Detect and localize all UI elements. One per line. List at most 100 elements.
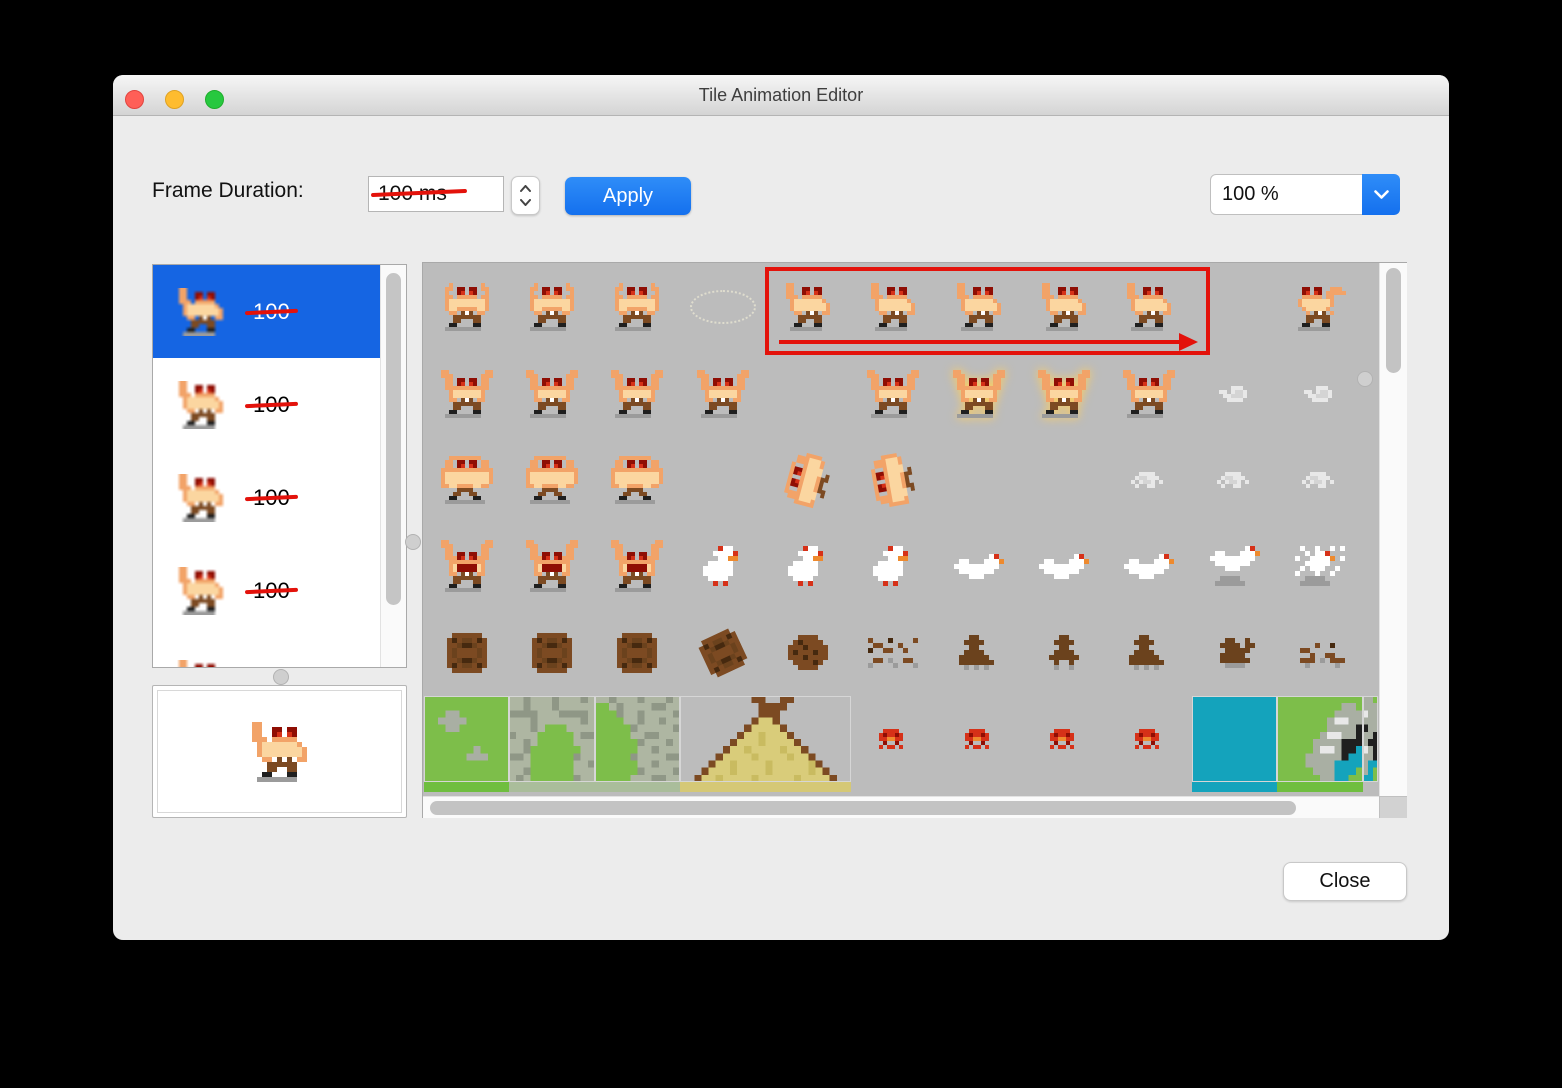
tile-pig-arm-up[interactable] (765, 264, 850, 350)
tile-debris[interactable] (851, 610, 936, 696)
tile-strip-stone[interactable] (594, 782, 680, 792)
pig-arm-up-sprite (867, 283, 920, 332)
tile-pig-cheer[interactable] (509, 350, 594, 436)
frame-list-item[interactable]: 100 (153, 544, 381, 637)
tile-chicken-burst[interactable] (1277, 523, 1362, 609)
tile-strip-stone[interactable] (509, 782, 595, 792)
tile-ghost-fist[interactable] (1277, 350, 1362, 436)
tile-strip-water[interactable] (1191, 782, 1278, 792)
tile-pig-stand[interactable] (424, 264, 509, 350)
tile-grass-rock-2[interactable] (1277, 696, 1363, 783)
tile-barrel-ball[interactable] (765, 610, 850, 696)
tile-strip-tent[interactable] (679, 782, 851, 792)
zoom-level-dropdown[interactable]: 100 % (1210, 174, 1400, 215)
tile-pig-big[interactable] (424, 437, 509, 523)
tile-grass-rock[interactable] (424, 696, 510, 783)
stepper-up-icon[interactable] (520, 184, 531, 192)
splitter-handle[interactable] (405, 534, 421, 550)
tile-pig-stand[interactable] (595, 264, 680, 350)
tile-pig-arm-up[interactable] (1107, 264, 1192, 350)
tileset-view[interactable] (422, 262, 1407, 818)
tile-strip-grass[interactable] (424, 782, 510, 792)
tile-pig-roll[interactable] (765, 437, 850, 523)
tileset-horizontal-scrollbar-thumb[interactable] (430, 800, 1296, 815)
tile-red-bug[interactable] (936, 696, 1021, 782)
tile-pig-cheer[interactable] (1107, 350, 1192, 436)
tile-smoke-swirl[interactable] (1107, 437, 1192, 523)
tileset-horizontal-scrollbar[interactable] (423, 796, 1379, 818)
tile-barrel[interactable] (424, 610, 509, 696)
chicken-fly-sprite (953, 553, 1004, 579)
tile-pig-roll[interactable] (851, 437, 936, 523)
frame-list-item[interactable]: 100 (153, 358, 381, 451)
close-button[interactable]: Close (1283, 862, 1407, 901)
tile-chicken[interactable] (765, 523, 850, 609)
tile-ghost-ellipse[interactable] (680, 264, 765, 350)
tile-gopher[interactable] (936, 610, 1021, 696)
tile-pig-stand[interactable] (509, 264, 594, 350)
frame-duration-input[interactable]: 100 ms (368, 176, 504, 212)
barrel-ball-sprite (787, 635, 828, 671)
tile-chicken-fly[interactable] (1107, 523, 1192, 609)
tile-chicken-fly-shadow[interactable] (1192, 523, 1277, 609)
tile-gopher-sit[interactable] (1021, 610, 1106, 696)
gopher-sprite (1129, 635, 1170, 671)
tile-pig-arm-up[interactable] (1021, 264, 1106, 350)
tile-debris-2[interactable] (1277, 610, 1362, 696)
tile-pig-cheer[interactable] (424, 350, 509, 436)
tile-stone-grass-1[interactable] (509, 696, 595, 783)
tile-red-bug[interactable] (1021, 696, 1106, 782)
tile-water[interactable] (1191, 696, 1278, 783)
tile-pig-flex[interactable] (595, 523, 680, 609)
tile-pig-big[interactable] (509, 437, 594, 523)
tile-barrel[interactable] (680, 610, 765, 696)
dropdown-chevron-button[interactable] (1362, 174, 1400, 215)
pig-cheer-sprite (1123, 369, 1176, 418)
tile-chicken-fly[interactable] (936, 523, 1021, 609)
tile-pig-cheer[interactable] (936, 350, 1021, 436)
frame-list-item[interactable]: 100 (153, 265, 381, 358)
tile-pig-cheer[interactable] (851, 350, 936, 436)
apply-button[interactable]: Apply (565, 177, 691, 215)
tile-pig-punch[interactable] (1277, 264, 1362, 350)
tile-pig-flex[interactable] (509, 523, 594, 609)
splitter-handle[interactable] (1357, 371, 1373, 387)
stepper-down-icon[interactable] (520, 199, 531, 207)
tile-squirrel[interactable] (1192, 610, 1277, 696)
tile-pig-flex[interactable] (424, 523, 509, 609)
tile-tent[interactable] (679, 696, 851, 783)
tile-chicken[interactable] (851, 523, 936, 609)
tile-chicken-fly[interactable] (1021, 523, 1106, 609)
tile-gopher[interactable] (1107, 610, 1192, 696)
pig-flex-sprite (611, 540, 664, 593)
tile-pig-cheer[interactable] (680, 350, 765, 436)
frame-list-item[interactable]: 100 (153, 637, 381, 667)
titlebar[interactable]: Tile Animation Editor (113, 75, 1449, 116)
stone-grass-1-tile (509, 696, 595, 783)
animation-frame-list[interactable]: 100 100 100 100 100 (152, 264, 407, 668)
tile-pig-big[interactable] (595, 437, 680, 523)
frame-duration-stepper[interactable] (511, 176, 540, 215)
tile-pig-arm-up[interactable] (936, 264, 1021, 350)
tile-pig-cheer[interactable] (1021, 350, 1106, 436)
tile-pig-arm-up[interactable] (851, 264, 936, 350)
tile-ghost-fist[interactable] (1192, 350, 1277, 436)
frame-list-scrollbar-thumb[interactable] (386, 273, 401, 605)
frame-list-scrollbar[interactable] (380, 265, 406, 667)
tileset-tiles-area[interactable] (423, 263, 1379, 796)
tile-stone-grass-2[interactable] (594, 696, 680, 783)
tileset-vertical-scrollbar[interactable] (1379, 263, 1407, 796)
splitter-handle[interactable] (273, 669, 289, 685)
tile-pig-cheer[interactable] (595, 350, 680, 436)
frame-list-item[interactable]: 100 (153, 451, 381, 544)
tileset-vertical-scrollbar-thumb[interactable] (1386, 268, 1401, 373)
tile-barrel[interactable] (595, 610, 680, 696)
tile-chicken[interactable] (680, 523, 765, 609)
tile-strip-grass[interactable] (1277, 782, 1363, 792)
tile-rock-edge[interactable] (1362, 696, 1378, 783)
tile-smoke-swirl[interactable] (1277, 437, 1362, 523)
tile-red-bug[interactable] (1107, 696, 1192, 782)
tile-smoke-swirl[interactable] (1192, 437, 1277, 523)
tile-barrel[interactable] (509, 610, 594, 696)
tile-red-bug[interactable] (851, 696, 936, 782)
